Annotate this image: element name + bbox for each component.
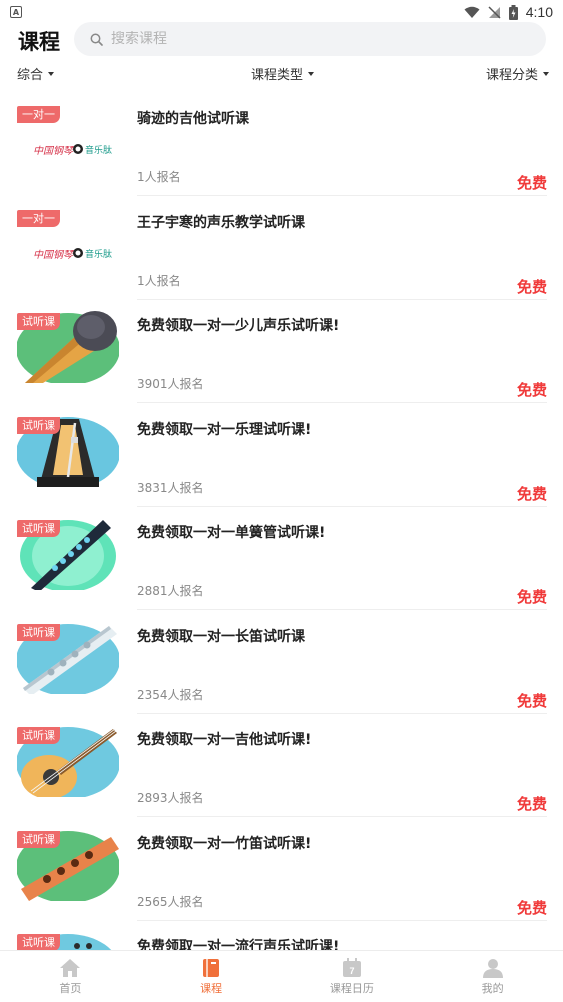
page-title: 课程 [18,30,60,54]
course-tag: 试听课 [17,727,60,744]
status-bar: A 4:10 [0,0,563,24]
course-tag: 试听课 [17,520,60,537]
search-bar[interactable] [74,22,546,56]
type-filter-label: 课程类型 [251,68,304,83]
filter-bar: 综合 课程类型 课程分类 [0,64,563,86]
book-icon [203,958,220,977]
enrollment-count: 3901人报名 [137,377,204,391]
course-item[interactable]: 中国钢琴 音乐肽 一对一 骑迹的吉他试听课 1人报名 免费 [0,100,563,204]
course-tag: 试听课 [17,623,60,641]
search-icon [90,33,103,46]
enrollment-count: 2893人报名 [137,791,204,805]
logo-text-right: 音乐肽 [85,248,112,260]
course-tag: 试听课 [17,830,60,848]
course-item[interactable]: 试听课 免费领取一对一竹笛试听课! 2565人报名 免费 [0,825,563,929]
divider [137,816,547,817]
calendar-day: 7 [349,966,354,976]
tab-home[interactable]: 首页 [0,951,141,1002]
course-price: 免费 [516,174,547,192]
divider [137,712,547,714]
type-filter-dropdown[interactable]: 课程类型 [251,64,315,83]
category-filter-dropdown[interactable]: 课程分类 [486,64,550,83]
bottom-tab-bar: 首页 课程 7 课程日历 我的 [0,950,563,1002]
course-title: 免费领取一对一乐理试听课! [137,421,312,438]
status-time: 4:10 [525,4,553,20]
course-title: 免费领取一对一少儿声乐试听课! [137,318,340,334]
home-icon [60,958,81,977]
course-price: 免费 [516,381,547,399]
enrollment-count: 2565人报名 [137,894,204,909]
divider [137,298,547,300]
course-item[interactable]: 中国钢琴 音乐肽 一对一 王子宇寒的声乐教学试听课 1人报名 免费 [0,204,563,308]
course-price: 免费 [516,588,547,606]
course-tag: 试听课 [17,416,60,434]
user-icon [482,958,503,978]
enrollment-count: 3831人报名 [137,480,204,495]
caret-down-icon [48,71,55,76]
course-price: 免费 [516,898,547,917]
course-item[interactable]: 试听课 免费领取一对一流行声乐试听课! [0,928,563,950]
category-filter-label: 课程分类 [486,68,539,83]
sort-filter-label: 综合 [17,68,44,83]
course-item[interactable]: 试听课 免费领取一对一长笛试听课 2354人报名 免费 [0,618,563,722]
enrollment-count: 1人报名 [137,273,181,288]
course-title: 免费领取一对一竹笛试听课! [137,835,312,852]
app-indicator-letter: A [12,7,20,17]
tab-calendar[interactable]: 7 课程日历 [282,951,423,1002]
calendar-icon: 7 [342,957,361,977]
search-input[interactable] [111,31,491,47]
course-price: 免费 [516,484,547,503]
tab-calendar-label: 课程日历 [329,981,374,995]
course-title: 王子宇寒的声乐教学试听课 [137,214,305,231]
divider [137,195,547,196]
sort-filter-dropdown[interactable]: 综合 [17,64,55,83]
course-title: 免费领取一对一单簧管试听课! [137,525,326,541]
caret-down-icon [308,71,315,76]
battery-icon [508,4,518,20]
course-title: 免费领取一对一流行声乐试听课! [137,939,340,950]
tab-profile[interactable]: 我的 [422,951,563,1002]
course-tag: 一对一 [17,209,60,227]
divider [137,609,547,610]
course-item[interactable]: 试听课 免费领取一对一少儿声乐试听课! 3901人报名 免费 [0,307,563,411]
course-item[interactable]: 试听课 免费领取一对一单簧管试听课! 2881人报名 免费 [0,514,563,618]
divider [137,505,547,507]
course-tag: 一对一 [17,106,60,123]
course-item[interactable]: 试听课 免费领取一对一吉他试听课! 2893人报名 免费 [0,721,563,825]
course-tag: 试听课 [17,934,60,950]
app-notification-icon: A [10,6,22,18]
enrollment-count: 2354人报名 [137,687,204,702]
tab-courses[interactable]: 课程 [141,951,282,1002]
divider [137,402,547,403]
no-signal-icon [488,5,501,19]
course-title: 免费领取一对一长笛试听课 [137,628,305,645]
tab-home-label: 首页 [59,981,82,995]
tab-profile-label: 我的 [481,981,504,995]
tab-courses-label: 课程 [200,981,223,995]
course-title: 免费领取一对一吉他试听课! [137,732,312,748]
course-price: 免费 [516,277,547,296]
course-list[interactable]: 中国钢琴 音乐肽 一对一 骑迹的吉他试听课 1人报名 免费 中国钢琴 音乐肽 一… [0,100,563,950]
divider [137,919,547,921]
logo-text-left: 中国钢琴 [33,249,75,261]
wifi-icon [464,6,480,18]
course-title: 骑迹的吉他试听课 [137,111,249,127]
header: 课程 [0,22,563,58]
enrollment-count: 2881人报名 [137,584,204,598]
status-icons: 4:10 [464,4,553,20]
course-item[interactable]: 试听课 免费领取一对一乐理试听课! 3831人报名 免费 [0,411,563,515]
course-tag: 试听课 [17,313,60,330]
caret-down-icon [543,71,550,76]
course-price: 免费 [516,691,547,710]
course-price: 免费 [516,795,547,813]
enrollment-count: 1人报名 [137,170,181,184]
logo-text-left: 中国钢琴 [33,145,75,157]
logo-text-right: 音乐肽 [85,144,112,156]
